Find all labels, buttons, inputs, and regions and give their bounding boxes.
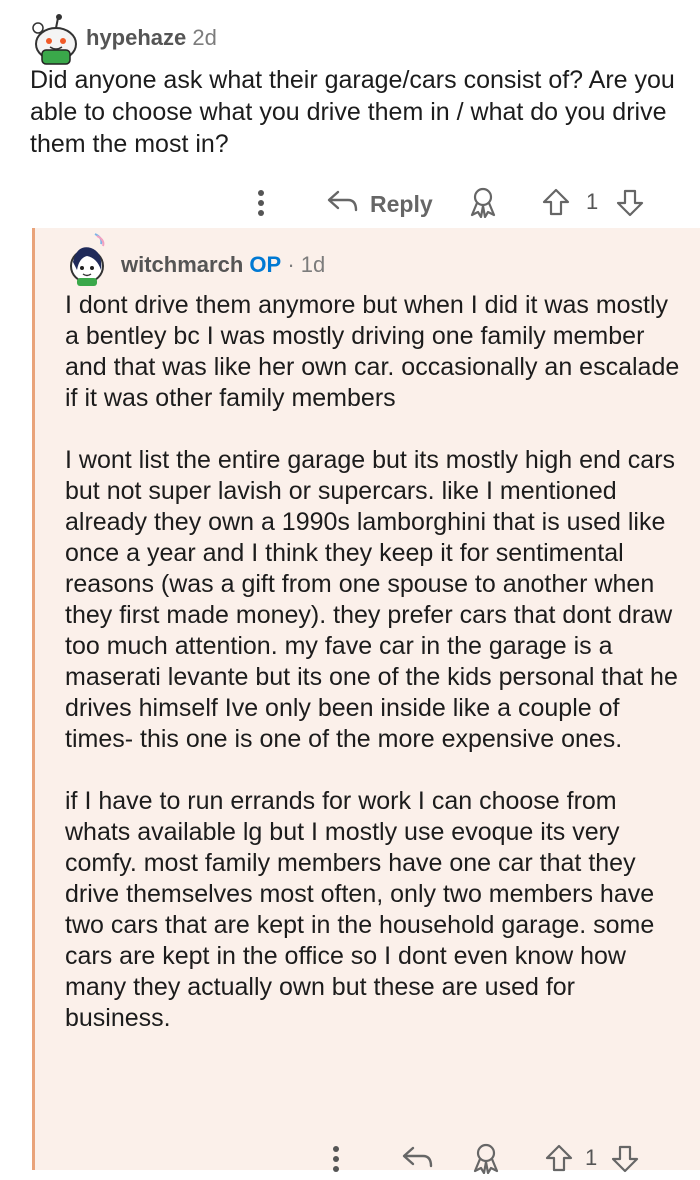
reply-paragraph-2: I wont list the entire garage but its mo… <box>65 446 678 753</box>
parent-username[interactable]: hypehaze <box>86 25 186 50</box>
parent-comment-body: Did anyone ask what their garage/cars co… <box>30 66 675 158</box>
award-icon[interactable] <box>468 186 498 224</box>
reply-paragraph-1: I dont drive them anymore but when I did… <box>65 291 680 412</box>
reply-separator: · <box>287 252 295 277</box>
reply-username-line: witchmarch OP · 1d <box>121 252 325 278</box>
reply-button-label: Reply <box>370 190 433 217</box>
op-badge: OP <box>249 252 282 277</box>
parent-username-line: hypehaze 2d <box>86 25 217 51</box>
reply-reply-arrow-icon[interactable] <box>401 1144 435 1176</box>
reply-score: 1 <box>585 1145 598 1170</box>
downvote-icon[interactable] <box>616 189 644 223</box>
reply-comment: witchmarch OP · 1d I dont drive them any… <box>32 228 700 1175</box>
parent-comment: hypehaze 2d Did anyone ask what their ga… <box>0 0 700 230</box>
more-options-icon[interactable] <box>256 188 266 224</box>
reply-award-icon[interactable] <box>471 1142 501 1180</box>
parent-action-bar: Reply 1 <box>250 186 670 220</box>
reply-username[interactable]: witchmarch <box>121 252 243 277</box>
user-avatar-icon[interactable] <box>30 14 78 65</box>
reply-upvote-icon[interactable] <box>545 1144 573 1178</box>
upvote-icon[interactable] <box>542 188 570 222</box>
reply-age: 1d <box>300 252 326 277</box>
reply-arrow-icon <box>326 188 360 220</box>
reply-button[interactable]: Reply <box>326 188 433 220</box>
parent-age: 2d <box>192 25 217 50</box>
reply-paragraph-3: if I have to run errands for work I can … <box>65 787 655 1032</box>
reply-more-options-icon[interactable] <box>331 1144 341 1180</box>
parent-score: 1 <box>586 189 599 214</box>
reply-avatar-icon[interactable] <box>67 232 111 286</box>
reply-downvote-icon[interactable] <box>611 1145 639 1179</box>
reply-comment-body: I dont drive them anymore but when I did… <box>65 290 685 1065</box>
reply-action-bar: 1 <box>331 1140 691 1176</box>
